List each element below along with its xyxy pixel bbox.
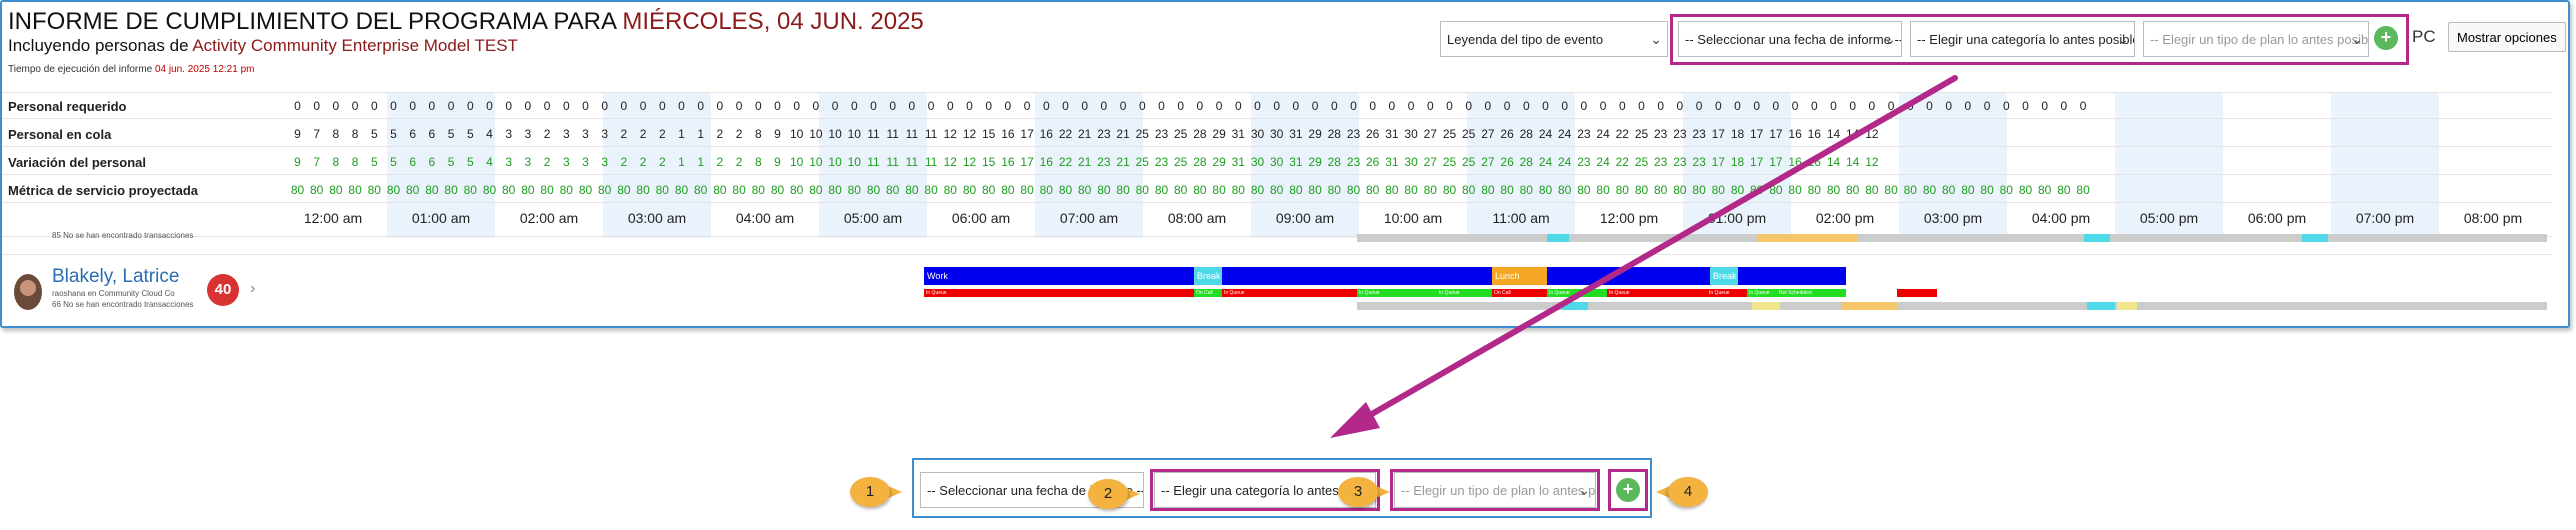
callout-3-number: 3: [1353, 483, 1363, 500]
callout-2: 2: [1088, 479, 1140, 509]
zoom-plan-select[interactable]: -- Elegir un tipo de plan lo antes posib…: [1394, 472, 1596, 508]
callout-4-number: 4: [1683, 483, 1693, 500]
chevron-down-icon: ⌄: [1578, 482, 1590, 498]
callout-3: 3: [1338, 477, 1390, 507]
plus-circle-icon[interactable]: +: [1616, 478, 1640, 502]
callout-4: 4: [1656, 477, 1708, 507]
screenshot-stage: INFORME DE CUMPLIMIENTO DEL PROGRAMA PAR…: [0, 0, 2576, 530]
zoomed-toolbar: -- Seleccionar una fecha de informe -- ⌄ …: [912, 458, 1652, 518]
callout-1: 1: [850, 477, 902, 507]
callout-1-number: 1: [865, 483, 875, 500]
callout-2-number: 2: [1103, 485, 1113, 502]
annotation-arrow: [1330, 75, 1958, 438]
zoom-plan-label: -- Elegir un tipo de plan lo antes posib…: [1401, 482, 1596, 498]
